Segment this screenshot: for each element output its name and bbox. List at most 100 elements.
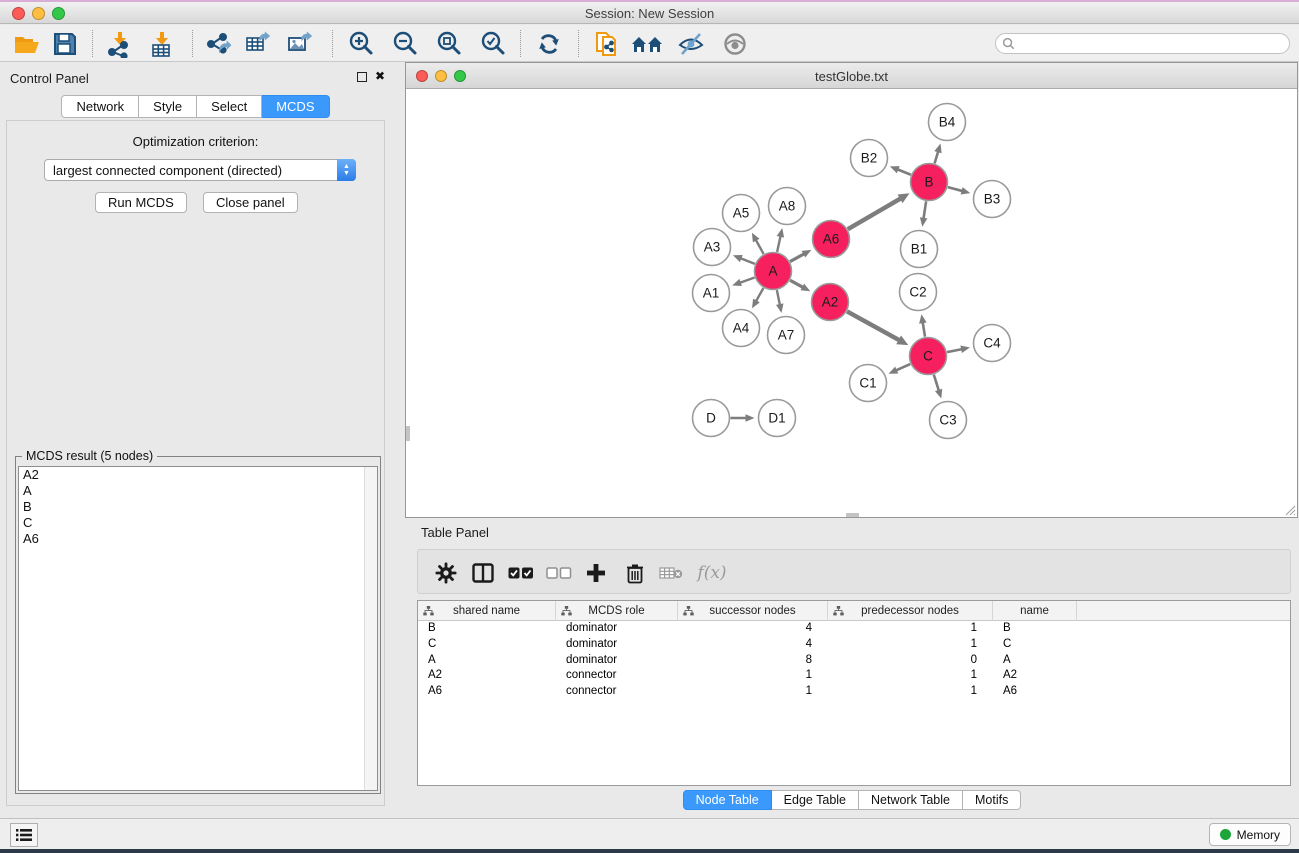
table-row[interactable]: A2connector11A2 — [418, 668, 1290, 684]
table-cell[interactable]: A — [418, 653, 556, 669]
table-cell[interactable]: A — [993, 653, 1077, 669]
table-cell[interactable]: B — [993, 621, 1077, 637]
table-cell[interactable]: 1 — [828, 684, 993, 700]
table-settings-button[interactable] — [431, 559, 461, 587]
table-cell[interactable]: 1 — [828, 621, 993, 637]
graph-edge-A-A7[interactable] — [777, 290, 780, 305]
tab-node-table[interactable]: Node Table — [683, 790, 772, 810]
graph-edge-C-C2[interactable] — [923, 322, 925, 337]
table-row[interactable]: Cdominator41C — [418, 637, 1290, 653]
apply-layout-button[interactable] — [532, 28, 566, 59]
zoom-out-button[interactable] — [388, 28, 422, 59]
select-all-button[interactable] — [506, 559, 536, 587]
result-item[interactable]: B — [19, 499, 377, 515]
tab-network[interactable]: Network — [61, 95, 139, 118]
zoom-fit-button[interactable] — [432, 28, 466, 59]
memory-button[interactable]: Memory — [1209, 823, 1291, 846]
float-panel-icon[interactable] — [357, 72, 367, 82]
close-panel-icon[interactable]: ✖ — [375, 69, 385, 83]
task-history-button[interactable] — [10, 823, 38, 847]
delete-table-button[interactable] — [656, 559, 686, 587]
table-cell[interactable]: A6 — [993, 684, 1077, 700]
criterion-select[interactable]: largest connected component (directed) ▲… — [44, 159, 356, 181]
graph-edge-C-C1[interactable] — [895, 364, 910, 371]
open-file-button[interactable] — [10, 28, 44, 59]
table-cell[interactable]: B — [418, 621, 556, 637]
table-cell[interactable]: 8 — [678, 653, 828, 669]
tab-motifs[interactable]: Motifs — [963, 790, 1021, 810]
graph-edge-C-C3[interactable] — [934, 375, 939, 392]
table-cell[interactable]: 4 — [678, 637, 828, 653]
table-row[interactable]: Adominator80A — [418, 653, 1290, 669]
import-table-button[interactable] — [144, 28, 178, 59]
table-cell[interactable]: C — [993, 637, 1077, 653]
delete-column-button[interactable] — [620, 559, 650, 587]
result-item[interactable]: C — [19, 515, 377, 531]
column-view-button[interactable] — [468, 559, 498, 587]
graph-edge-A-A6[interactable] — [790, 253, 805, 261]
save-session-button[interactable] — [48, 28, 82, 59]
tab-mcds[interactable]: MCDS — [262, 95, 329, 118]
table-cell[interactable]: A2 — [418, 668, 556, 684]
tab-style[interactable]: Style — [139, 95, 197, 118]
table-cell[interactable]: 0 — [828, 653, 993, 669]
graph-edge-A-A5[interactable] — [755, 239, 763, 254]
table-cell[interactable]: 1 — [828, 637, 993, 653]
zoom-selected-button[interactable] — [476, 28, 510, 59]
show-panels-button[interactable] — [718, 28, 752, 59]
horizontal-scroll-nub[interactable] — [846, 513, 859, 517]
graph-edge-A-A8[interactable] — [777, 235, 781, 252]
result-list-scrollbar[interactable] — [364, 467, 377, 790]
tab-select[interactable]: Select — [197, 95, 262, 118]
mcds-result-list[interactable]: A2ABCA6 — [18, 466, 378, 791]
search-field[interactable] — [995, 33, 1290, 54]
first-neighbors-button[interactable] — [630, 28, 664, 59]
network-from-selection-button[interactable] — [590, 28, 624, 59]
graph-edge-A-A3[interactable] — [740, 258, 755, 264]
hide-panels-button[interactable] — [674, 28, 708, 59]
graph-edge-B-B4[interactable] — [935, 151, 939, 164]
table-cell[interactable]: A6 — [418, 684, 556, 700]
export-network-button[interactable] — [202, 28, 236, 59]
add-column-button[interactable] — [581, 559, 611, 587]
run-mcds-button[interactable]: Run MCDS — [95, 192, 187, 213]
resize-grip[interactable] — [1282, 502, 1296, 516]
table-cell[interactable]: 1 — [828, 668, 993, 684]
search-input[interactable] — [1019, 37, 1289, 51]
tab-network-table[interactable]: Network Table — [859, 790, 963, 810]
table-row[interactable]: A6connector11A6 — [418, 684, 1290, 700]
graph-edge-B-B2[interactable] — [897, 169, 911, 175]
table-cell[interactable]: C — [418, 637, 556, 653]
column-header-successor-nodes[interactable]: successor nodes — [678, 601, 828, 621]
table-cell[interactable]: A2 — [993, 668, 1077, 684]
column-header-predecessor-nodes[interactable]: predecessor nodes — [828, 601, 993, 621]
graph-edge-A6-B[interactable] — [848, 198, 901, 229]
table-cell[interactable]: dominator — [556, 653, 678, 669]
export-image-button[interactable] — [284, 28, 318, 59]
tab-edge-table[interactable]: Edge Table — [772, 790, 859, 810]
vertical-scroll-nub[interactable] — [406, 426, 410, 441]
graph-edge-A-A4[interactable] — [756, 288, 764, 302]
table-cell[interactable]: 1 — [678, 684, 828, 700]
table-cell[interactable]: connector — [556, 668, 678, 684]
network-canvas[interactable]: AA1A2A3A4A5A6A7A8BB1B2B3B4CC1C2C3C4DD1 — [406, 89, 1297, 517]
result-item[interactable]: A2 — [19, 467, 377, 483]
graph-edge-B-B1[interactable] — [923, 201, 926, 219]
table-cell[interactable]: 4 — [678, 621, 828, 637]
table-cell[interactable]: connector — [556, 684, 678, 700]
import-network-button[interactable] — [102, 28, 136, 59]
graph-edge-A2-C[interactable] — [847, 311, 900, 340]
column-header-shared-name[interactable]: shared name — [418, 601, 556, 621]
table-cell[interactable]: dominator — [556, 621, 678, 637]
result-item[interactable]: A — [19, 483, 377, 499]
table-row[interactable]: Bdominator41B — [418, 621, 1290, 637]
graph-edge-A-A2[interactable] — [790, 280, 804, 287]
function-builder-button[interactable]: f(x) — [692, 559, 732, 587]
export-table-button[interactable] — [242, 28, 276, 59]
graph-edge-B-B3[interactable] — [948, 187, 963, 191]
graph-edge-A-A1[interactable] — [739, 278, 754, 283]
graph-edge-C-C4[interactable] — [947, 349, 962, 352]
result-item[interactable]: A6 — [19, 531, 377, 547]
column-header-name[interactable]: name — [993, 601, 1077, 621]
zoom-in-button[interactable] — [344, 28, 378, 59]
